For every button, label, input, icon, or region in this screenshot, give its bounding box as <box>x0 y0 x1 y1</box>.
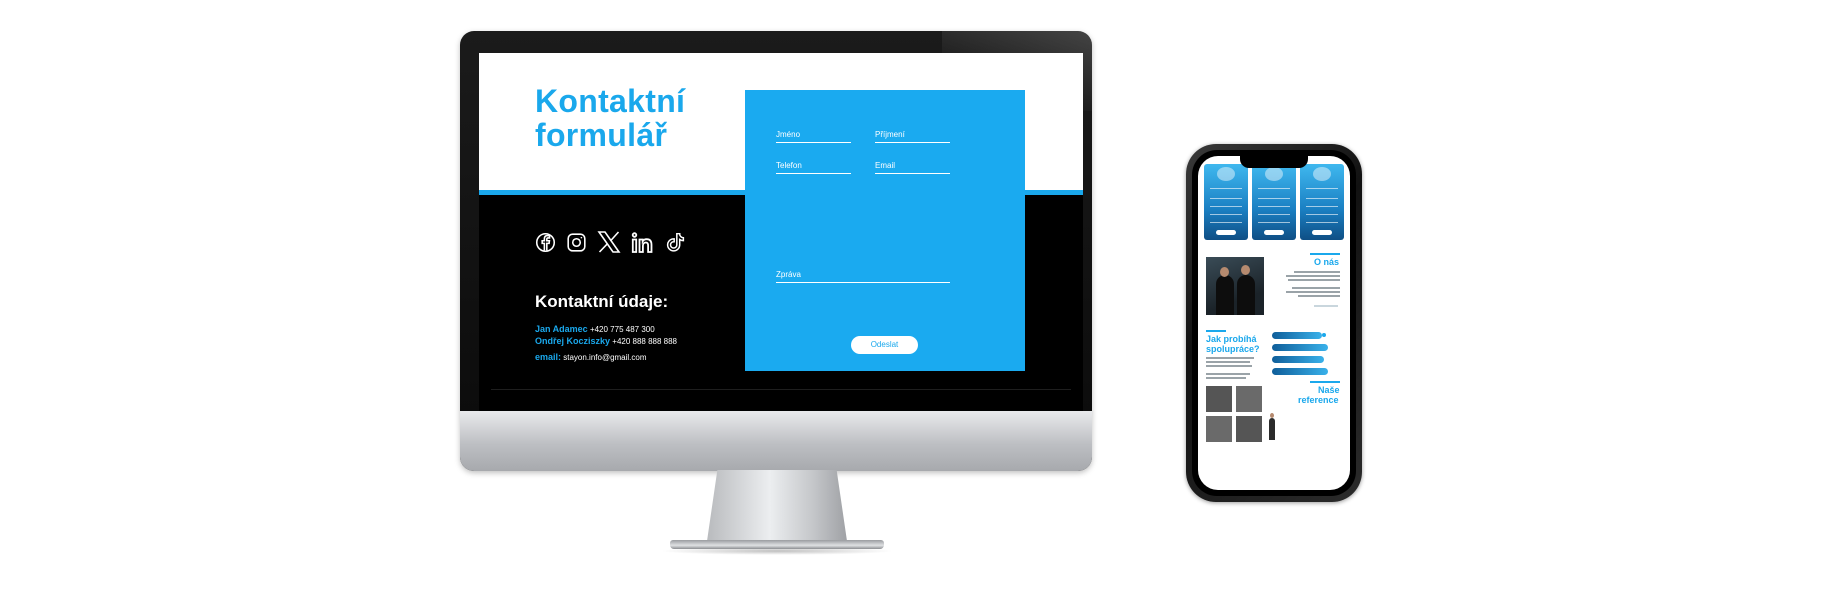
reference-tile[interactable] <box>1236 416 1262 442</box>
contact-name: Ondřej Kocziszky <box>535 336 611 346</box>
monitor-chin <box>460 411 1092 471</box>
card-button[interactable] <box>1264 230 1284 235</box>
references-heading-line1: Naše <box>1318 385 1340 395</box>
email-row: email: stayon.info@gmail.com <box>535 352 647 362</box>
card-text-line <box>1258 198 1290 199</box>
desktop-screen: Kontaktní formulář Kontaktní údaje: Jan … <box>479 53 1083 411</box>
facebook-icon[interactable] <box>535 232 556 253</box>
card-text-line <box>1210 222 1242 223</box>
card-text-line <box>1258 188 1290 189</box>
contact-phone[interactable]: +420 775 487 300 <box>590 325 655 334</box>
card-text-line <box>1306 188 1338 189</box>
service-card[interactable] <box>1300 164 1344 240</box>
card-text-line <box>1210 206 1242 207</box>
process-step[interactable] <box>1272 356 1324 363</box>
text-line <box>1294 271 1340 273</box>
card-text-line <box>1258 222 1290 223</box>
text-line <box>1286 291 1340 293</box>
card-icon <box>1265 167 1283 181</box>
process-step[interactable] <box>1272 332 1322 339</box>
references-heading-line2: reference <box>1298 395 1339 405</box>
section-accent <box>1206 330 1226 332</box>
email-label: email: <box>535 352 562 362</box>
process-step[interactable] <box>1272 344 1328 351</box>
text-line <box>1206 377 1246 379</box>
person-head <box>1241 265 1250 275</box>
card-button[interactable] <box>1216 230 1236 235</box>
footer-divider <box>491 389 1071 390</box>
contact-row: Ondřej Kocziszky +420 888 888 888 <box>535 336 677 346</box>
step-dot <box>1322 333 1326 337</box>
card-text-line <box>1258 214 1290 215</box>
contact-form: Jméno Příjmení Telefon Email Zpráva Odes… <box>745 90 1025 371</box>
process-heading-line1: Jak probíhá <box>1206 334 1257 344</box>
email-address[interactable]: stayon.info@gmail.com <box>563 353 646 362</box>
social-links <box>535 231 686 253</box>
process-heading-line2: spolupráce? <box>1206 344 1260 354</box>
tiktok-icon[interactable] <box>665 231 686 253</box>
section-accent <box>1310 381 1340 383</box>
person-silhouette <box>1237 275 1255 315</box>
card-text-line <box>1306 206 1338 207</box>
contact-name: Jan Adamec <box>535 324 588 334</box>
reference-tile[interactable] <box>1206 416 1232 442</box>
about-heading: O nás <box>1314 257 1340 267</box>
text-line <box>1288 279 1340 281</box>
email-field[interactable]: Email <box>875 161 950 174</box>
page-title-line2: formulář <box>535 117 668 153</box>
mockup-stage: Kontaktní formulář Kontaktní údaje: Jan … <box>0 0 1848 589</box>
person-silhouette <box>1216 275 1234 315</box>
card-icon <box>1217 167 1235 181</box>
submit-button[interactable]: Odeslat <box>851 336 918 354</box>
contact-row: Jan Adamec +420 775 487 300 <box>535 324 655 334</box>
monitor-stand-base <box>670 540 884 549</box>
text-line <box>1206 361 1250 363</box>
team-photo <box>1206 257 1264 315</box>
process-step[interactable] <box>1272 368 1328 375</box>
reference-tile[interactable] <box>1206 386 1232 412</box>
text-line <box>1286 275 1340 277</box>
last-name-field[interactable]: Příjmení <box>875 130 950 143</box>
phone-notch <box>1240 156 1308 168</box>
contact-phone[interactable]: +420 888 888 888 <box>612 337 677 346</box>
x-icon[interactable] <box>597 231 621 253</box>
card-icon <box>1313 167 1331 181</box>
contact-details-heading: Kontaktní údaje: <box>535 292 669 311</box>
card-text-line <box>1306 214 1338 215</box>
phone-field[interactable]: Telefon <box>776 161 851 174</box>
card-text-line <box>1258 206 1290 207</box>
section-accent <box>1310 253 1340 255</box>
linkedin-icon[interactable] <box>631 231 655 253</box>
card-text-line <box>1210 188 1242 189</box>
page-title-line1: Kontaktní <box>535 83 686 119</box>
message-field[interactable]: Zpráva <box>776 270 950 283</box>
card-text-line <box>1210 198 1242 199</box>
standing-person <box>1269 418 1275 440</box>
instagram-icon[interactable] <box>566 232 587 253</box>
text-line <box>1206 365 1252 367</box>
text-line <box>1292 287 1340 289</box>
reference-tile[interactable] <box>1236 386 1262 412</box>
card-button[interactable] <box>1312 230 1332 235</box>
standing-person-head <box>1270 413 1274 418</box>
monitor-stand-neck <box>706 470 848 548</box>
text-line <box>1206 357 1254 359</box>
person-head <box>1220 267 1229 277</box>
read-more-link[interactable] <box>1314 305 1338 307</box>
service-card[interactable] <box>1252 164 1296 240</box>
card-text-line <box>1306 222 1338 223</box>
text-line <box>1298 295 1340 297</box>
text-line <box>1206 373 1250 375</box>
service-card[interactable] <box>1204 164 1248 240</box>
first-name-field[interactable]: Jméno <box>776 130 851 143</box>
card-text-line <box>1306 198 1338 199</box>
card-text-line <box>1210 214 1242 215</box>
mobile-screen: O nás Jak probíhá spolupráce? Naše refer… <box>1198 156 1350 490</box>
